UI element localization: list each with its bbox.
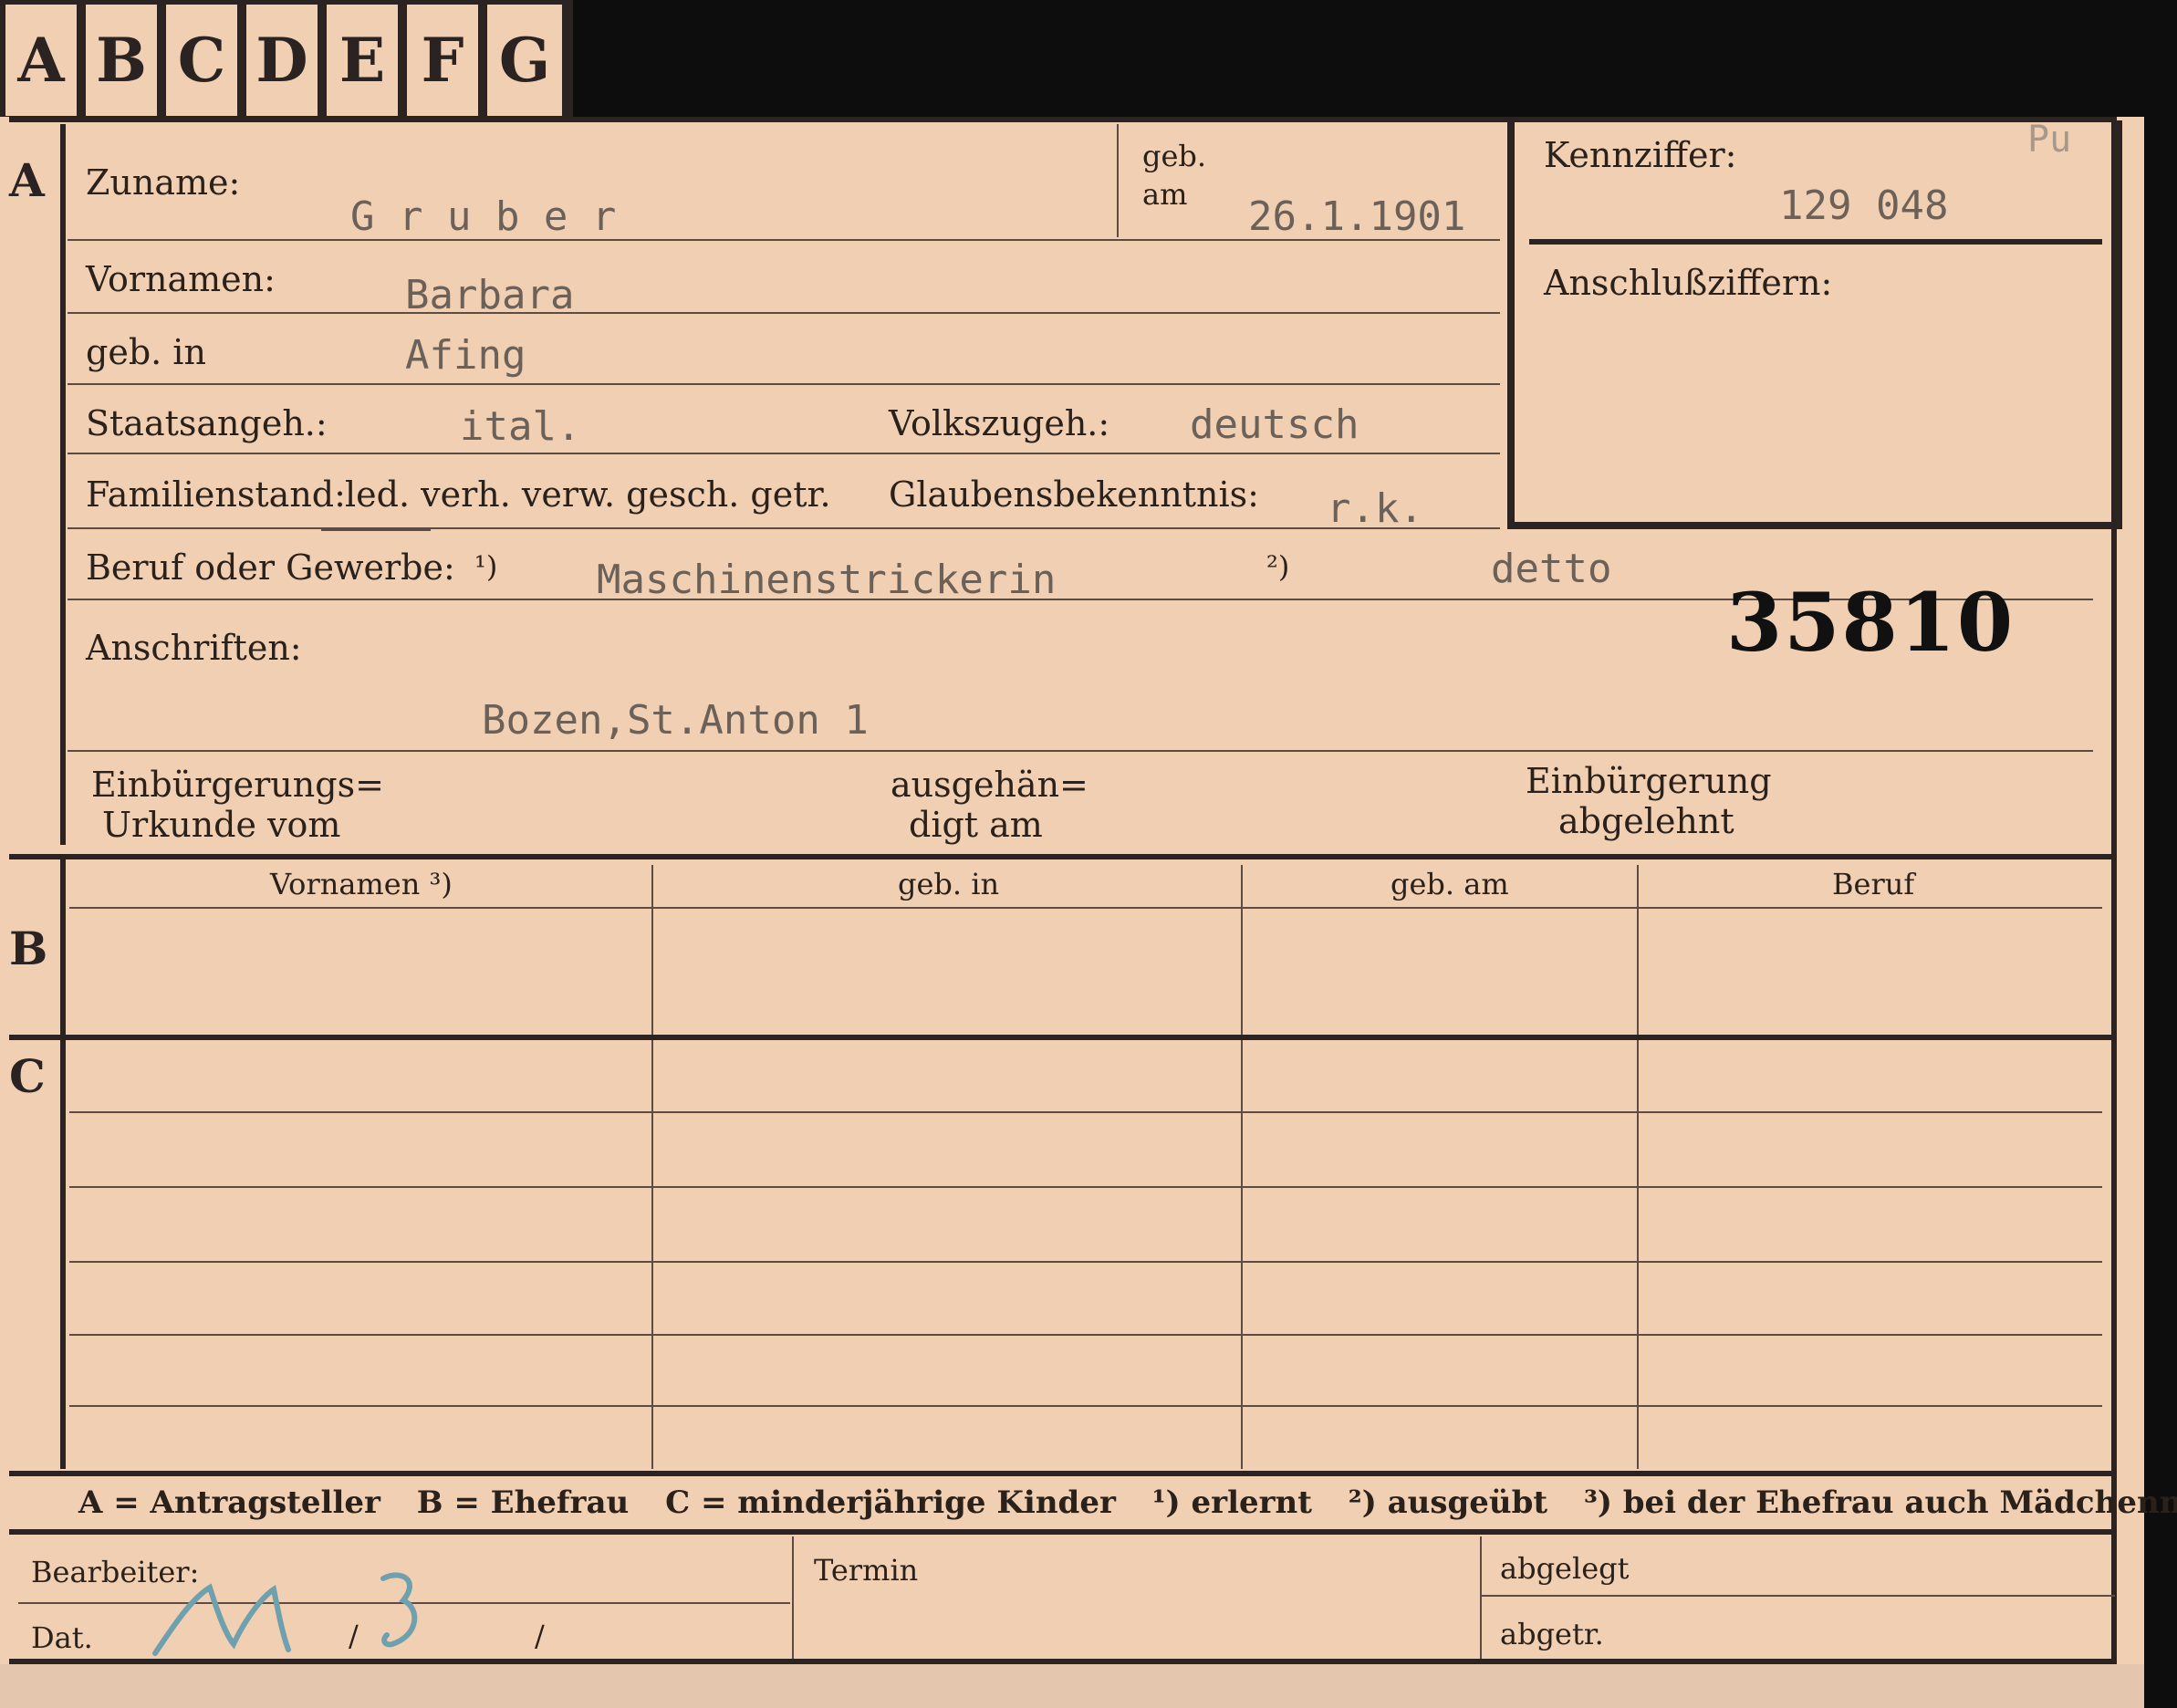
section-b-top [9, 854, 2117, 859]
legend-note-3: ³) bei der Ehefrau auch Mädchenname [1583, 1484, 2177, 1521]
section-c-label: C [9, 1049, 46, 1103]
dat-slash-2: / [535, 1619, 545, 1653]
c-row-line-4 [69, 1334, 2102, 1336]
tab-c[interactable]: C [166, 5, 241, 116]
einbuergerung-abgelehnt-2: abgelehnt [1558, 801, 1734, 841]
volkszugeh-label: Volkszugeh.: [889, 403, 1110, 443]
am-label: am [1142, 177, 1188, 212]
anschriften-underline [68, 750, 2093, 752]
tab-b[interactable]: B [86, 5, 161, 116]
beruf-note-2: ²) [1266, 549, 1290, 584]
familienstand-label: Familienstand: [86, 474, 346, 515]
legend: A = Antragsteller B = Ehefrau C = minder… [78, 1484, 2177, 1521]
legend-c: C = minderjährige Kinder [665, 1484, 1116, 1521]
beruf-ausgeuebt-value: detto [1491, 546, 1612, 592]
c-row-line-2 [69, 1186, 2102, 1188]
ausgehaen-label-1: ausgehän= [891, 765, 1088, 805]
legend-bottom [9, 1529, 2117, 1535]
col-divider-1 [651, 865, 653, 1469]
abgetr-label: abgetr. [1500, 1617, 1604, 1651]
kennziffer-divider [1529, 239, 2102, 245]
tab-f[interactable]: F [407, 5, 482, 116]
geb-divider [1117, 124, 1119, 237]
dat-label: Dat. [31, 1620, 93, 1655]
kennziffer-value: 129 048 [1779, 182, 1949, 229]
einbuergerungs-label-1: Einbürgerungs= [91, 765, 384, 805]
beruf-label: Beruf oder Gewerbe: [86, 547, 455, 588]
glaubensbekenntnis-value: r.k. [1327, 485, 1423, 532]
einbuergerungs-label-2: Urkunde vom [102, 805, 341, 845]
c-row-line-5 [69, 1405, 2102, 1407]
volkszugeh-value: deutsch [1190, 401, 1359, 448]
zuname-underline [68, 239, 1500, 241]
c-row-line-3 [69, 1261, 2102, 1263]
familienstand-underline [68, 527, 1500, 529]
termin-label: Termin [814, 1553, 919, 1588]
pu-mark: Pu [2027, 119, 2072, 161]
vornamen-label: Vornamen: [86, 259, 276, 299]
col-divider-3 [1637, 865, 1639, 1469]
abgelegt-underline [1482, 1595, 2115, 1597]
col-header-geb-am: geb. am [1391, 867, 1509, 901]
table-header-underline [69, 907, 2102, 909]
tab-e[interactable]: E [327, 5, 401, 116]
card-bottom-strip [0, 1664, 2144, 1708]
ausgehaen-label-2: digt am [909, 805, 1043, 845]
geb-in-label: geb. in [86, 332, 206, 372]
zuname-value: G r u b e r [350, 193, 617, 240]
section-a-label: A [9, 153, 45, 207]
anschrift-value: Bozen,St.Anton 1 [482, 697, 869, 744]
staatsangeh-value: ital. [460, 403, 581, 450]
tab-d[interactable]: D [246, 5, 321, 116]
zuname-label: Zuname: [86, 162, 241, 203]
abgelegt-label: abgelegt [1500, 1551, 1630, 1586]
anschriften-label: Anschriften: [86, 628, 302, 668]
geb-label: geb. [1142, 139, 1207, 173]
anschlussziffern-label: Anschlußziffern: [1544, 263, 1833, 303]
geb-in-underline [68, 383, 1500, 385]
familienstand-led-underline [321, 529, 431, 531]
col-header-geb-in: geb. in [898, 867, 1000, 901]
vornamen-underline [68, 312, 1500, 314]
dat-slash-1: / [349, 1619, 359, 1653]
legend-b: B = Ehefrau [416, 1484, 630, 1521]
legend-top [9, 1471, 2117, 1476]
legend-note-2: ²) ausgeübt [1348, 1484, 1548, 1521]
col-header-vornamen: Vornamen ³) [270, 867, 453, 901]
handwritten-signature [152, 1572, 418, 1656]
section-b-label: B [9, 922, 48, 975]
c-row-line-1 [69, 1111, 2102, 1113]
stamp-number: 35810 [1726, 575, 2016, 670]
familienstand-options: led. verh. verw. gesch. getr. [345, 474, 831, 515]
section-c-top [9, 1035, 2117, 1040]
beruf-note-1: ¹) [474, 549, 498, 584]
frame-left [60, 124, 66, 845]
geb-am-value: 26.1.1901 [1248, 193, 1466, 240]
einbuergerung-abgelehnt-1: Einbürgerung [1526, 761, 1772, 801]
beruf-erlernt-value: Maschinenstrickerin [597, 557, 1057, 603]
glaubensbekenntnis-label: Glaubensbekenntnis: [889, 474, 1259, 515]
col-divider-2 [1241, 865, 1243, 1469]
footer-divider-2 [1480, 1536, 1482, 1664]
staatsangeh-label: Staatsangeh.: [86, 403, 328, 443]
col-header-beruf: Beruf [1832, 867, 1915, 901]
tab-a[interactable]: A [5, 5, 80, 116]
legend-a: A = Antragsteller [78, 1484, 380, 1521]
tab-g[interactable]: G [487, 5, 562, 116]
table-left-border [60, 859, 66, 1469]
legend-note-1: ¹) erlernt [1151, 1484, 1312, 1521]
geb-in-value: Afing [405, 332, 526, 379]
footer-divider-1 [792, 1536, 794, 1664]
staatsangeh-underline [68, 453, 1500, 454]
kennziffer-label: Kennziffer: [1544, 135, 1737, 175]
